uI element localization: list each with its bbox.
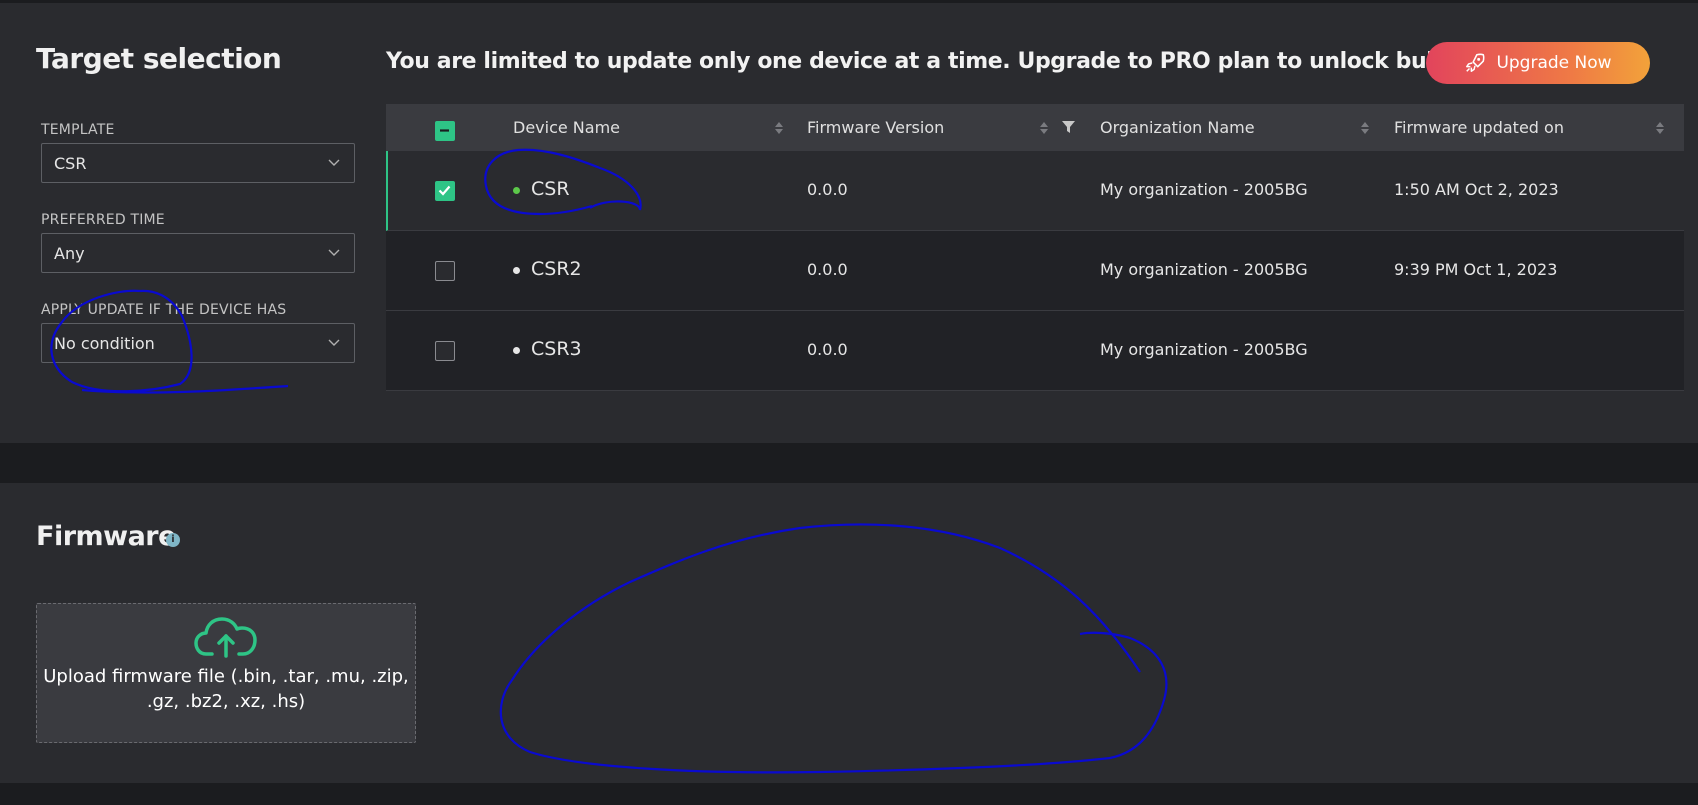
chevron-down-icon — [328, 339, 340, 346]
firmware-updated-on: 1:50 AM Oct 2, 2023 — [1394, 180, 1559, 199]
template-label: TEMPLATE — [41, 122, 115, 138]
device-table: Device Name Firmware Version Organizatio… — [386, 104, 1684, 391]
status-dot — [513, 267, 520, 274]
sort-icon[interactable] — [1039, 121, 1049, 135]
cloud-upload-icon — [194, 617, 257, 658]
organization-name: My organization - 2005BG — [1100, 180, 1308, 199]
organization-name: My organization - 2005BG — [1100, 340, 1308, 359]
table-row[interactable]: CSR2 0.0.0 My organization - 2005BG 9:39… — [386, 231, 1684, 311]
upgrade-now-label: Upgrade Now — [1496, 53, 1612, 73]
device-name[interactable]: CSR2 — [531, 258, 582, 280]
info-icon[interactable]: i — [166, 533, 180, 547]
firmware-version: 0.0.0 — [807, 260, 848, 279]
sort-icon[interactable] — [1360, 121, 1370, 135]
column-organization-name[interactable]: Organization Name — [1100, 118, 1255, 137]
column-firmware-version[interactable]: Firmware Version — [807, 118, 944, 137]
preferred-time-select[interactable]: Any — [41, 233, 355, 273]
limit-notice: You are limited to update only one devic… — [386, 49, 1561, 74]
target-selection-title: Target selection — [36, 42, 282, 75]
column-device-name[interactable]: Device Name — [513, 118, 620, 137]
preferred-time-label: PREFERRED TIME — [41, 212, 165, 228]
template-value: CSR — [54, 153, 87, 173]
organization-name: My organization - 2005BG — [1100, 260, 1308, 279]
minus-icon — [440, 129, 449, 132]
table-row[interactable]: CSR 0.0.0 My organization - 2005BG 1:50 … — [386, 151, 1684, 231]
device-name[interactable]: CSR3 — [531, 338, 582, 360]
device-name[interactable]: CSR — [531, 178, 570, 200]
status-dot — [513, 187, 520, 194]
upgrade-now-button[interactable]: Upgrade Now — [1426, 42, 1650, 84]
select-all-checkbox[interactable] — [435, 121, 455, 141]
firmware-version: 0.0.0 — [807, 340, 848, 359]
firmware-updated-on: 9:39 PM Oct 1, 2023 — [1394, 260, 1558, 279]
sort-icon[interactable] — [1655, 121, 1665, 135]
filter-icon[interactable] — [1062, 120, 1075, 134]
status-dot — [513, 347, 520, 354]
apply-update-label: APPLY UPDATE IF THE DEVICE HAS — [41, 302, 287, 318]
sort-icon[interactable] — [774, 121, 784, 135]
firmware-version: 0.0.0 — [807, 180, 848, 199]
firmware-title: Firmware — [36, 521, 176, 552]
chevron-down-icon — [328, 249, 340, 256]
row-checkbox[interactable] — [435, 181, 455, 201]
preferred-time-value: Any — [54, 243, 85, 263]
firmware-upload-dropzone[interactable]: Upload firmware file (.bin, .tar, .mu, .… — [36, 603, 416, 743]
checkmark-icon — [438, 185, 451, 196]
apply-update-value: No condition — [54, 333, 155, 353]
apply-update-select[interactable]: No condition — [41, 323, 355, 363]
column-firmware-updated-on[interactable]: Firmware updated on — [1394, 118, 1564, 137]
table-header: Device Name Firmware Version Organizatio… — [386, 104, 1684, 151]
template-select[interactable]: CSR — [41, 143, 355, 183]
table-row[interactable]: CSR3 0.0.0 My organization - 2005BG — [386, 311, 1684, 391]
chevron-down-icon — [328, 159, 340, 166]
row-checkbox[interactable] — [435, 341, 455, 361]
rocket-icon — [1466, 53, 1485, 72]
row-checkbox[interactable] — [435, 261, 455, 281]
upload-instructions: Upload firmware file (.bin, .tar, .mu, .… — [43, 666, 409, 712]
